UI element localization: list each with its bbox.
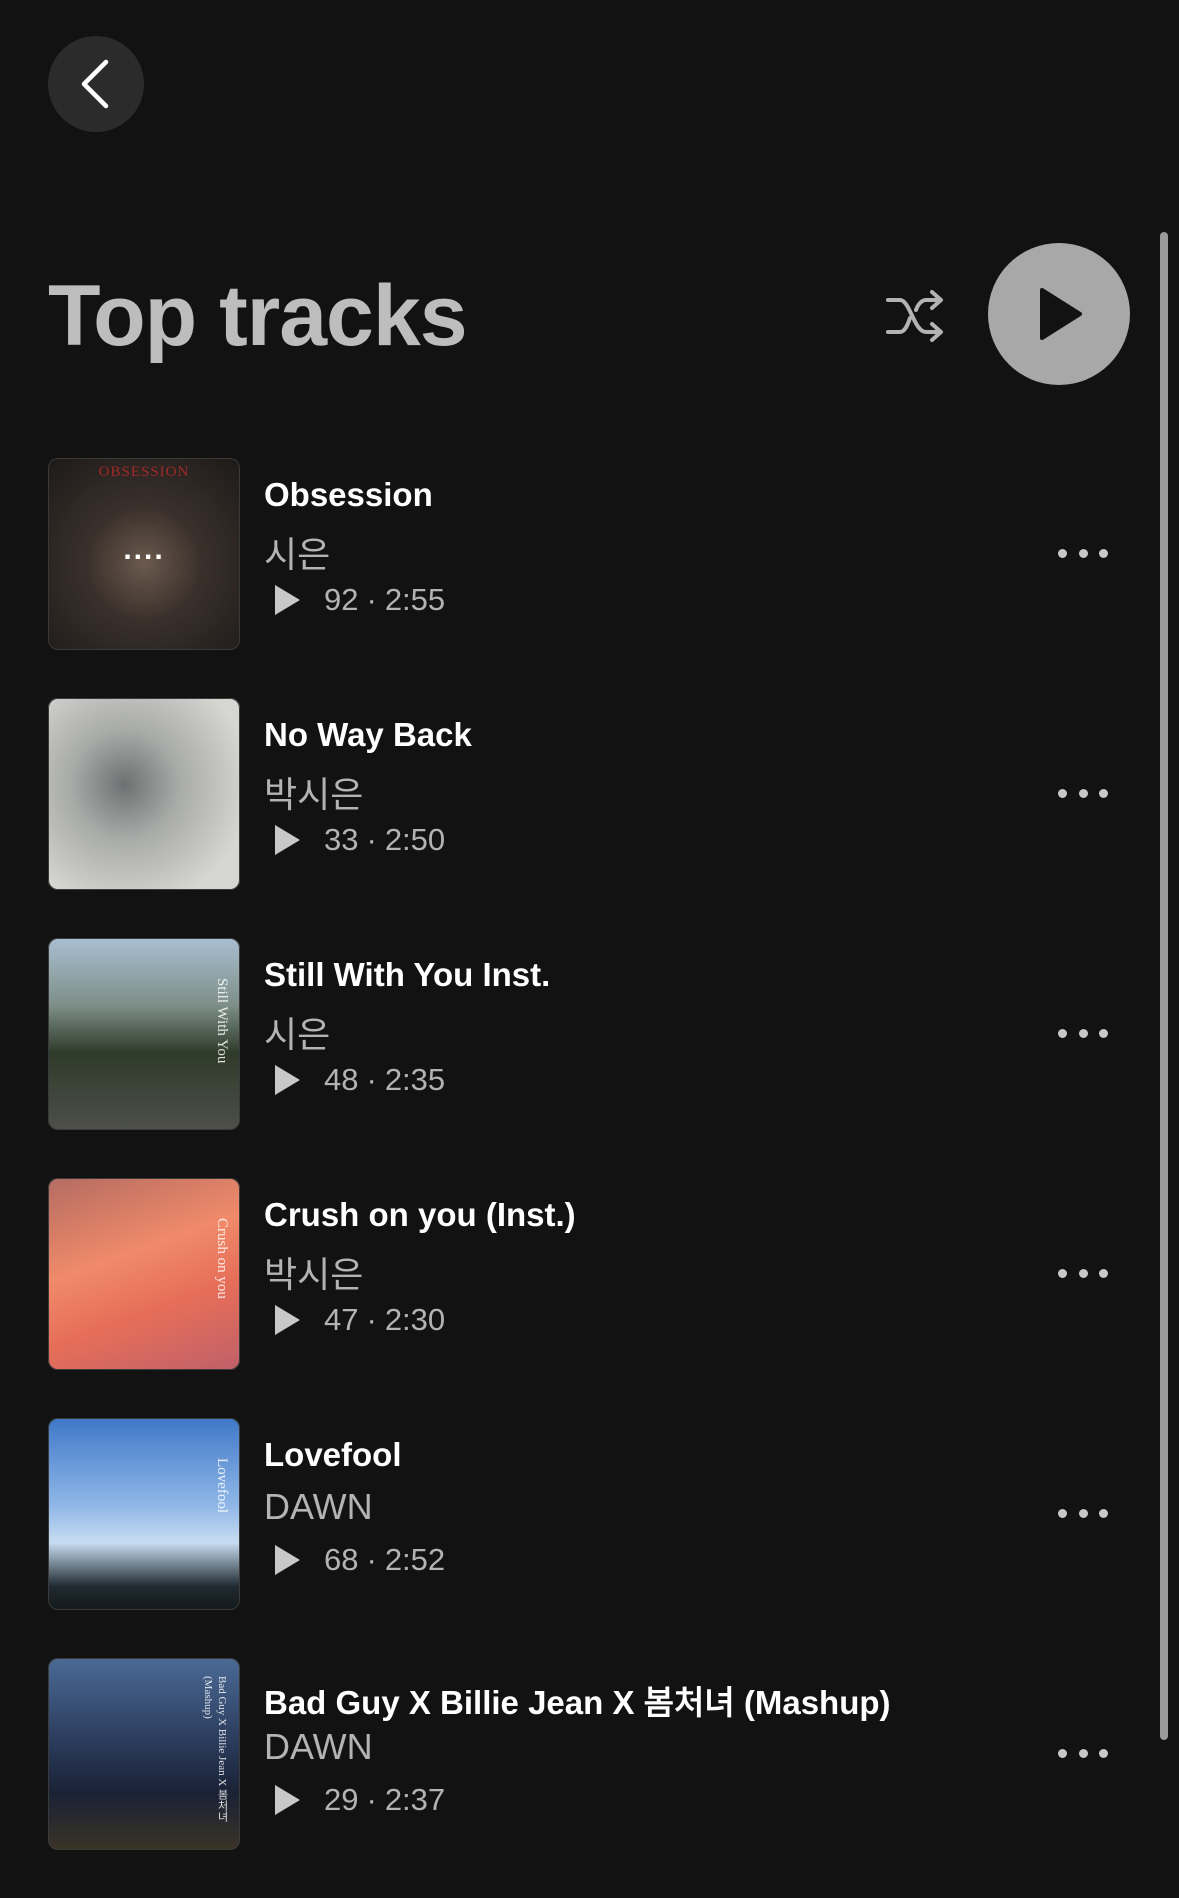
track-duration: 2:55 (384, 582, 446, 617)
meta-separator: · (366, 582, 377, 617)
track-row[interactable]: Crush on you Crush on you (Inst.) 박시은 47… (0, 1178, 1179, 1418)
track-artist: 시은 (264, 1014, 331, 1055)
track-artist: 박시은 (264, 1254, 364, 1295)
play-count: 48 (324, 1062, 359, 1097)
cover-title: Crush on you (214, 1218, 230, 1299)
album-cover: OBSESSION .... (48, 458, 240, 650)
album-cover: Still With You (48, 938, 240, 1130)
track-row[interactable]: OBSESSION .... Obsession 시은 92 · 2:55 (0, 458, 1179, 698)
track-meta: 68 · 2:52 (272, 1542, 445, 1578)
track-title: Lovefool (264, 1436, 402, 1473)
album-cover: Crush on you (48, 1178, 240, 1370)
play-all-button[interactable] (988, 243, 1130, 385)
play-count: 92 (324, 582, 359, 617)
album-cover: Lovefool (48, 1418, 240, 1610)
play-count: 47 (324, 1302, 359, 1337)
meta-separator: · (366, 1542, 377, 1577)
track-row[interactable]: Lovefool Lovefool DAWN 68 · 2:52 (0, 1418, 1179, 1658)
chevron-left-icon (81, 59, 109, 109)
track-artist: 박시은 (264, 774, 364, 815)
more-options-icon[interactable] (1058, 776, 1108, 810)
track-row[interactable]: No Way Back 박시은 33 · 2:50 (0, 698, 1179, 938)
play-count-icon (272, 1303, 302, 1337)
back-button[interactable] (48, 36, 144, 132)
track-title: No Way Back (264, 716, 472, 753)
track-artist: DAWN (264, 1726, 373, 1767)
cover-dots: .... (123, 533, 165, 566)
meta-separator: · (366, 1302, 377, 1337)
play-count: 68 (324, 1542, 359, 1577)
track-row[interactable]: Still With You Still With You Inst. 시은 4… (0, 938, 1179, 1178)
track-title: Crush on you (Inst.) (264, 1196, 576, 1233)
more-options-icon[interactable] (1058, 1496, 1108, 1530)
track-duration: 2:52 (384, 1542, 446, 1577)
cover-title: OBSESSION (98, 464, 190, 480)
page-title: Top tracks (48, 268, 468, 364)
album-cover: Bad Guy X Billie Jean X 봄처녀 (Mashup) (48, 1658, 240, 1850)
track-duration: 2:35 (384, 1062, 446, 1097)
track-meta: 48 · 2:35 (272, 1062, 445, 1098)
cover-title: Bad Guy X Billie Jean X 봄처녀 (Mashup) (202, 1676, 228, 1823)
play-icon (1040, 288, 1082, 340)
track-meta: 92 · 2:55 (272, 582, 445, 618)
album-cover (48, 698, 240, 890)
play-count-icon (272, 1783, 302, 1817)
track-meta: 47 · 2:30 (272, 1302, 445, 1338)
cover-title: Lovefool (214, 1458, 230, 1513)
play-count-icon (272, 583, 302, 617)
track-artist: 시은 (264, 534, 331, 575)
more-options-icon[interactable] (1058, 536, 1108, 570)
meta-separator: · (366, 822, 377, 857)
track-row[interactable]: Bad Guy X Billie Jean X 봄처녀 (Mashup) Bad… (0, 1658, 1179, 1898)
shuffle-button[interactable] (884, 284, 948, 348)
meta-separator: · (366, 1782, 377, 1817)
play-count-icon (272, 823, 302, 857)
more-options-icon[interactable] (1058, 1016, 1108, 1050)
track-title: Obsession (264, 476, 433, 513)
cover-title: Still With You (214, 978, 230, 1064)
more-options-icon[interactable] (1058, 1256, 1108, 1290)
track-title: Bad Guy X Billie Jean X 봄처녀 (Mashup) (264, 1684, 891, 1721)
track-list: OBSESSION .... Obsession 시은 92 · 2:55 No… (0, 458, 1179, 1898)
track-title: Still With You Inst. (264, 956, 551, 993)
shuffle-icon (886, 290, 943, 342)
track-artist: DAWN (264, 1486, 373, 1527)
meta-separator: · (366, 1062, 377, 1097)
track-duration: 2:30 (384, 1302, 446, 1337)
track-duration: 2:50 (384, 822, 446, 857)
track-meta: 29 · 2:37 (272, 1782, 445, 1818)
play-count-icon (272, 1063, 302, 1097)
play-count-icon (272, 1543, 302, 1577)
play-count: 29 (324, 1782, 359, 1817)
more-options-icon[interactable] (1058, 1736, 1108, 1770)
track-duration: 2:37 (384, 1782, 446, 1817)
track-meta: 33 · 2:50 (272, 822, 445, 858)
play-count: 33 (324, 822, 359, 857)
